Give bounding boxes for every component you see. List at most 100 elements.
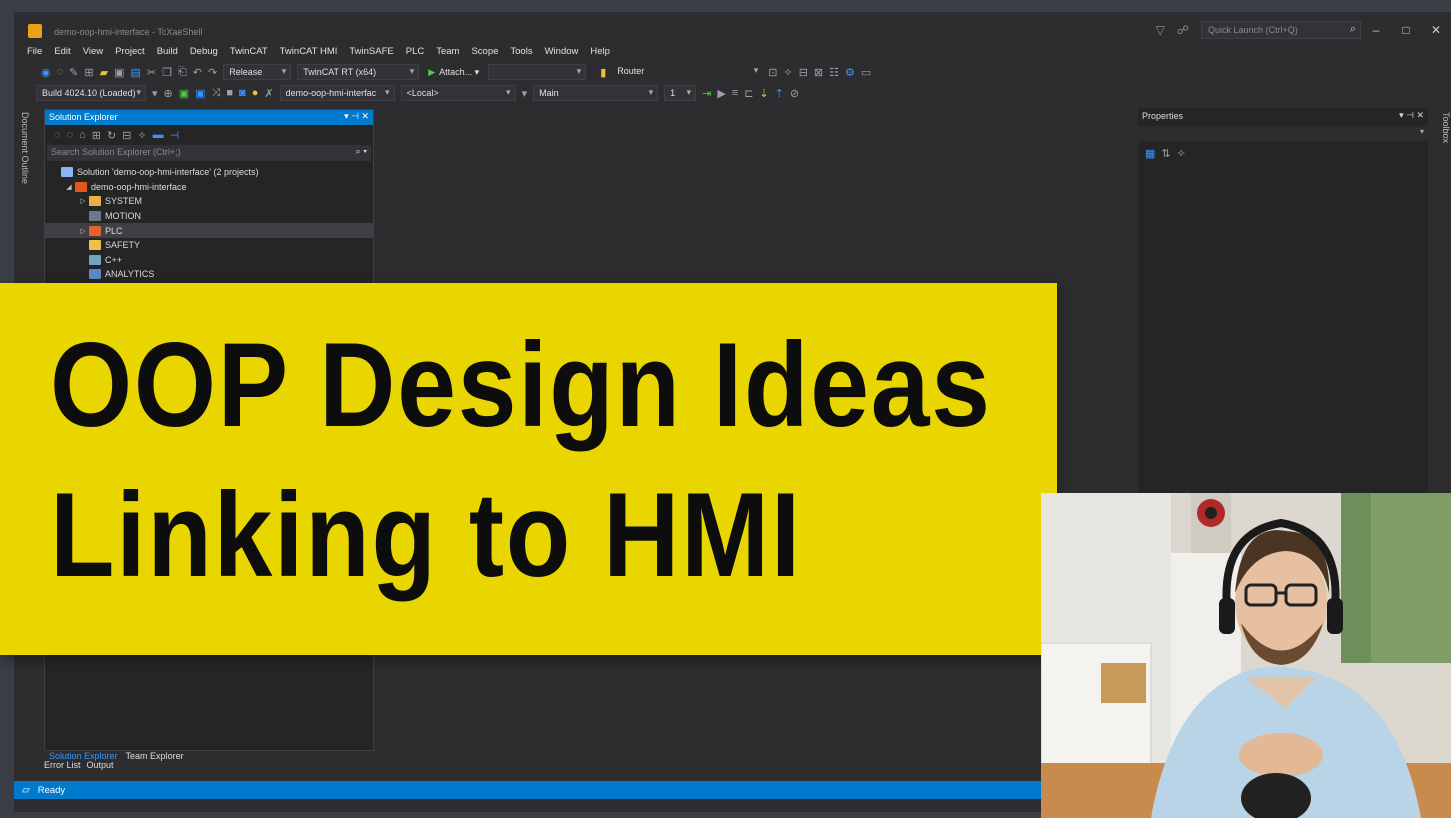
document-outline-tab[interactable]: Document Outline <box>14 108 30 198</box>
target-select[interactable]: <Local> <box>400 85 516 101</box>
feedback-icon[interactable]: ☍ <box>1177 23 1189 37</box>
cut-icon[interactable]: ✂ <box>144 66 159 79</box>
collapse-icon[interactable]: ⊟ <box>119 129 134 142</box>
watch-icon[interactable]: ◙ <box>236 87 249 99</box>
tree-item[interactable]: Solution 'demo-oop-hmi-interface' (2 pro… <box>45 165 373 180</box>
menu-view[interactable]: View <box>77 46 109 57</box>
pause-icon[interactable]: ≡ <box>729 87 741 99</box>
attach-button[interactable]: ▶ Attach... ▾ <box>428 67 479 78</box>
tree-item[interactable]: ◢ demo-oop-hmi-interface <box>45 180 373 195</box>
breakpoint-icon[interactable]: ● <box>249 87 262 99</box>
menu-plc[interactable]: PLC <box>400 46 430 57</box>
step-into-icon[interactable]: ⇣ <box>756 87 771 100</box>
forward-icon[interactable]: ◌ <box>64 129 77 141</box>
configuration-select[interactable]: Release <box>223 64 292 80</box>
copy-icon[interactable]: ❐ <box>159 66 175 79</box>
task-select[interactable]: Main <box>533 85 659 101</box>
scan-icon[interactable]: ⚙ <box>842 66 858 79</box>
properties-object-select[interactable] <box>1138 126 1428 141</box>
tab-error-list[interactable]: Error List <box>44 760 87 770</box>
paste-icon[interactable]: ⎗ <box>175 66 190 79</box>
properties-title: Properties <box>1142 111 1184 121</box>
expand-arrow-icon[interactable]: ▷ <box>77 227 89 235</box>
stop-icon[interactable]: ■ <box>223 87 236 99</box>
back-icon[interactable]: ◌ <box>51 129 64 141</box>
logout-icon[interactable]: ⤨ <box>209 87 224 100</box>
build-select[interactable]: Build 4024.10 (Loaded) <box>36 85 146 101</box>
undo-icon[interactable]: ↶ <box>190 66 205 79</box>
menu-tools[interactable]: Tools <box>504 46 538 57</box>
options-icon[interactable]: ▾ <box>519 87 531 100</box>
tab-output[interactable]: Output <box>87 760 120 770</box>
platform-select[interactable]: TwinCAT RT (x64) <box>297 64 420 80</box>
preview-icon[interactable]: ▬ <box>150 129 167 141</box>
restart-icon[interactable]: ⊟ <box>796 66 811 79</box>
toolbox-tab[interactable]: Toolbox <box>1435 108 1451 158</box>
wrench-icon[interactable]: ✧ <box>780 66 795 79</box>
panel-controls[interactable]: ▾ ⊣ ✕ <box>1399 110 1424 121</box>
network-icon[interactable]: ☷ <box>826 66 842 79</box>
project-select[interactable]: demo-oop-hmi-interfac <box>279 85 395 101</box>
step-out-icon[interactable]: ⇡ <box>772 87 787 100</box>
open-folder-icon[interactable]: ▰ <box>97 66 111 79</box>
toolbar-options-icon[interactable]: ▾ <box>149 87 161 100</box>
categorized-icon[interactable]: ▦ <box>1142 147 1158 160</box>
step-in-icon[interactable]: ⇥ <box>699 87 714 100</box>
menu-debug[interactable]: Debug <box>184 46 224 57</box>
close-button[interactable]: ✕ <box>1421 23 1451 37</box>
cursor-icon[interactable]: ⊘ <box>787 87 802 100</box>
tree-item[interactable]: C++ <box>45 253 373 268</box>
alphabetical-icon[interactable]: ⇅ <box>1158 147 1173 160</box>
sync-icon[interactable]: ↻ <box>104 129 119 142</box>
menu-twincat[interactable]: TwinCAT <box>224 46 274 57</box>
tree-item[interactable]: ▷ SYSTEM <box>45 194 373 209</box>
terminal-icon[interactable]: ▭ <box>858 66 874 79</box>
home-icon[interactable]: ⌂ <box>76 129 89 141</box>
menu-window[interactable]: Window <box>539 46 585 57</box>
login-icon[interactable]: ▣ <box>176 87 192 100</box>
tree-item[interactable]: SAFETY <box>45 238 373 253</box>
plc-tree-icon[interactable]: ⊕ <box>161 87 176 100</box>
remove-breakpoint-icon[interactable]: ✗ <box>261 87 276 100</box>
instance-select[interactable]: 1 <box>664 85 697 101</box>
minimize-button[interactable]: – <box>1361 23 1391 37</box>
online-icon[interactable]: ▣ <box>192 87 208 100</box>
menu-twinsafe[interactable]: TwinSAFE <box>343 46 399 57</box>
redo-icon[interactable]: ↷ <box>205 66 220 79</box>
tree-item[interactable]: MOTION <box>45 209 373 224</box>
expand-arrow-icon[interactable]: ◢ <box>63 183 75 191</box>
menu-file[interactable]: File <box>14 46 48 57</box>
maximize-button[interactable]: □ <box>1391 23 1421 37</box>
debug-target-select[interactable] <box>488 64 587 80</box>
solution-explorer-search[interactable]: Search Solution Explorer (Ctrl+;) ⌕ ▾ <box>47 145 371 161</box>
tree-item[interactable]: ANALYTICS <box>45 267 373 282</box>
menu-team[interactable]: Team <box>430 46 465 57</box>
menu-edit[interactable]: Edit <box>48 46 76 57</box>
menu-project[interactable]: Project <box>109 46 151 57</box>
menu-scope[interactable]: Scope <box>465 46 504 57</box>
save-icon[interactable]: ▣ <box>111 66 127 79</box>
quick-launch-input[interactable]: Quick Launch (Ctrl+Q) ⌕ <box>1201 21 1361 39</box>
activate-config-icon[interactable]: ⊡ <box>765 66 780 79</box>
properties-icon[interactable]: ✧ <box>134 129 149 142</box>
run-icon[interactable]: ▶ <box>714 87 728 100</box>
forward-icon[interactable]: ◌ <box>54 66 67 78</box>
tab-team-explorer[interactable]: Team Explorer <box>122 749 188 763</box>
menu-build[interactable]: Build <box>151 46 184 57</box>
router-select[interactable]: Router <box>612 64 762 80</box>
tree-item[interactable]: ▷ PLC <box>45 223 373 238</box>
add-item-icon[interactable]: ⊞ <box>81 66 96 79</box>
back-icon[interactable]: ◉ <box>38 66 54 79</box>
step-over-icon[interactable]: ⊏ <box>741 87 756 100</box>
expand-arrow-icon[interactable]: ▷ <box>77 197 89 205</box>
menu-help[interactable]: Help <box>584 46 616 57</box>
save-all-icon[interactable]: ▤ <box>127 66 143 79</box>
new-project-icon[interactable]: ✎ <box>66 66 81 79</box>
menu-twincat-hmi[interactable]: TwinCAT HMI <box>274 46 344 57</box>
pending-icon[interactable]: ⊣ <box>167 129 183 142</box>
switch-view-icon[interactable]: ⊞ <box>89 129 104 142</box>
filter-icon[interactable]: ▽ <box>1156 23 1165 37</box>
panel-controls[interactable]: ▾ ⊣ ✕ <box>344 111 369 122</box>
property-pages-icon[interactable]: ✧ <box>1174 147 1189 160</box>
config-mode-icon[interactable]: ⊠ <box>811 66 826 79</box>
